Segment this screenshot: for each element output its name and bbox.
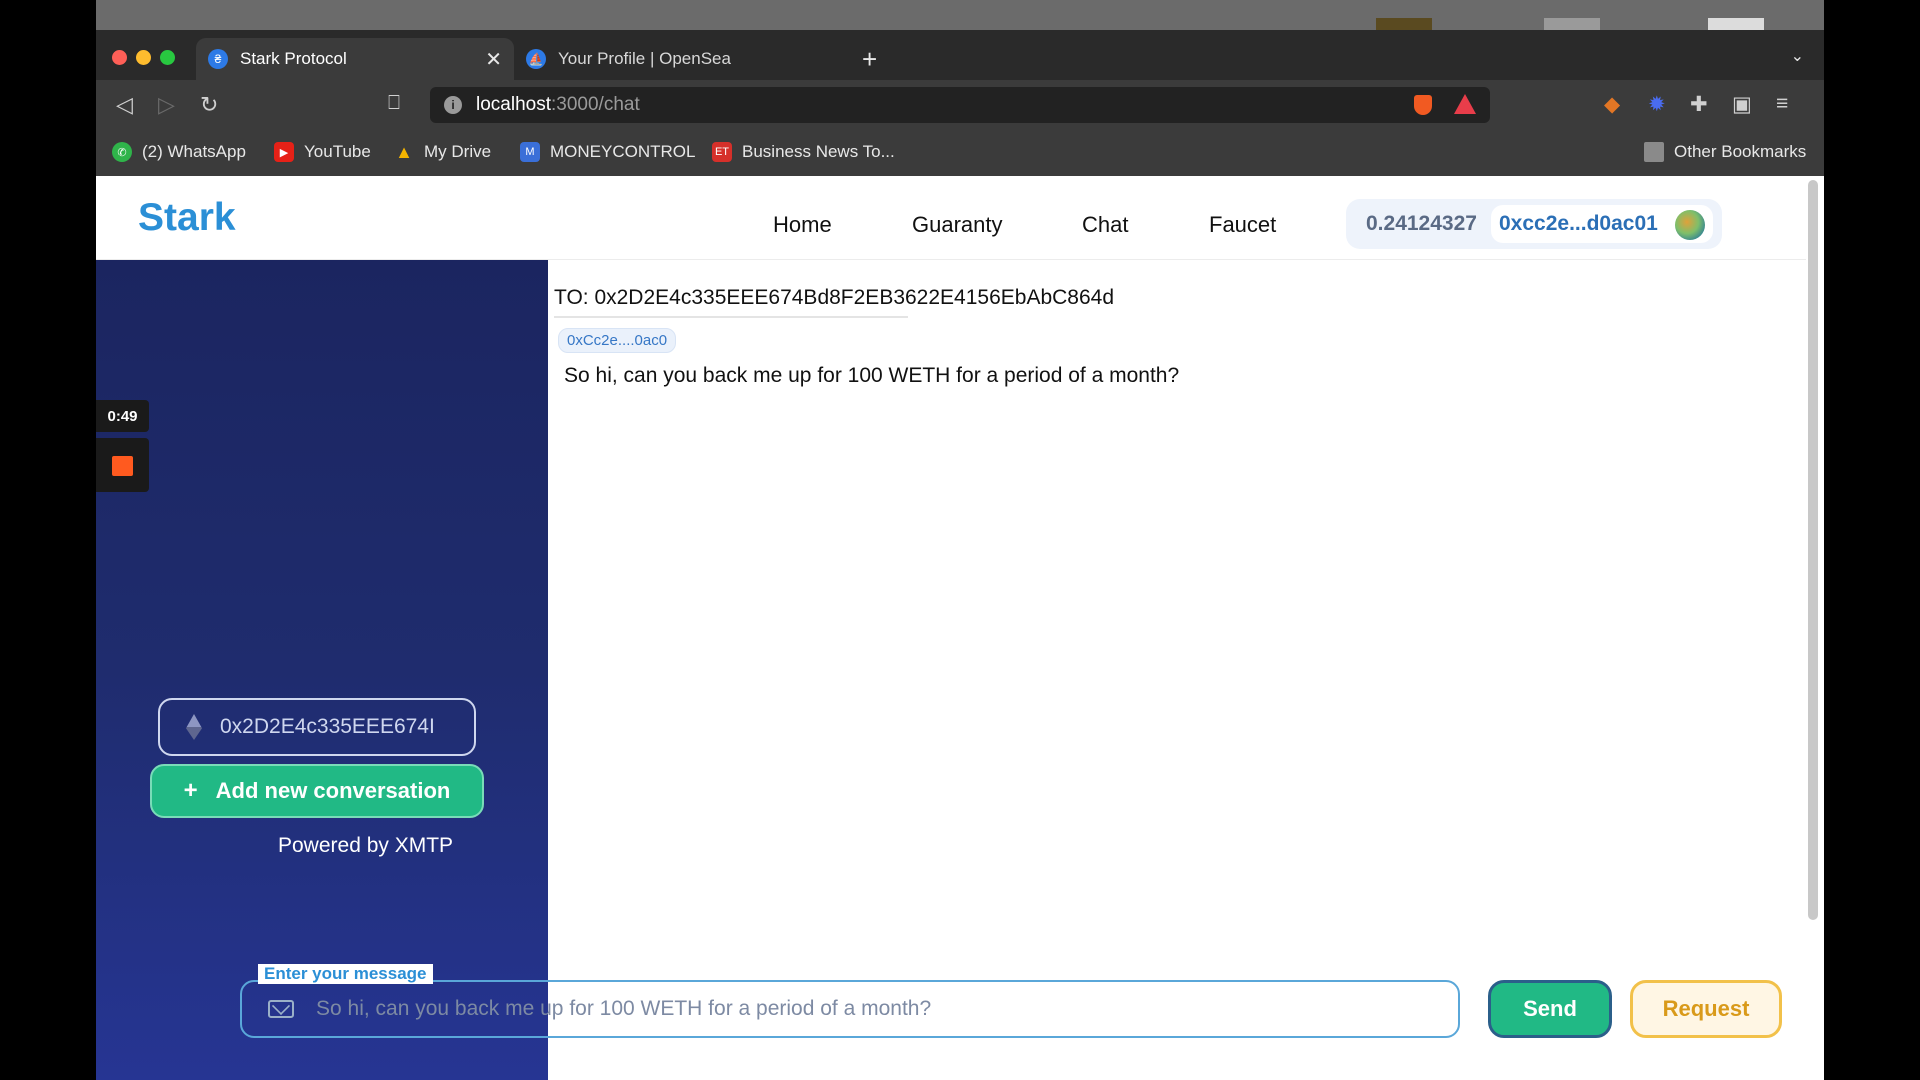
wallet-address-chip[interactable]: 0xcc2e...d0ac01 — [1491, 205, 1713, 243]
close-tab-icon[interactable]: ✕ — [485, 47, 502, 72]
brave-rewards-icon[interactable] — [1454, 94, 1476, 114]
et-icon: ET — [712, 142, 732, 162]
reload-icon[interactable]: ↻ — [200, 92, 218, 118]
recipient-address-input[interactable] — [220, 715, 450, 739]
maximize-window-button[interactable] — [160, 50, 175, 65]
site-header: Stark Home Guaranty Chat Faucet 0.241243… — [96, 176, 1806, 260]
minimize-window-button[interactable] — [136, 50, 151, 65]
recipient-address-field[interactable] — [158, 698, 476, 756]
bookmark-moneycontrol[interactable]: M MONEYCONTROL — [520, 142, 695, 162]
nav-faucet[interactable]: Faucet — [1209, 212, 1276, 238]
metamask-icon[interactable]: ◆ — [1604, 92, 1620, 117]
youtube-icon: ▶ — [274, 142, 294, 162]
site-logo[interactable]: Stark — [138, 196, 236, 240]
message-text: So hi, can you back me up for 100 WETH f… — [564, 364, 1180, 387]
browser-toolbar: ◁ ▷ ↻ ⎕ i localhost :3000/chat ◆ ✹ ✚ ▣ ≡ — [96, 80, 1824, 130]
wallet-pill[interactable]: 0.24124327 0xcc2e...d0ac01 — [1346, 199, 1722, 249]
bookmark-label: Other Bookmarks — [1674, 142, 1807, 161]
message-input-label: Enter your message — [258, 964, 433, 984]
conversation-sidebar: 0:49 + Add new conversation Powered by X… — [96, 260, 548, 1080]
message-input[interactable] — [316, 997, 1456, 1021]
drive-icon: ▲ — [395, 141, 413, 162]
url-path: :3000/chat — [551, 94, 640, 115]
extension-badge-icon[interactable]: ✹ — [1648, 92, 1666, 117]
folder-icon — [1644, 142, 1664, 162]
bookmark-label: MONEYCONTROL — [550, 142, 696, 161]
message-composer[interactable] — [240, 980, 1460, 1038]
bookmark-business-news[interactable]: ET Business News To... — [712, 142, 895, 162]
bookmark-my-drive[interactable]: ▲ My Drive — [394, 142, 491, 162]
bookmark-youtube[interactable]: ▶ YouTube — [274, 142, 371, 162]
stark-favicon-icon: ₴ — [208, 49, 228, 69]
tab-list-chevron-icon[interactable]: ⌄ — [1791, 46, 1804, 66]
desktop-thumbnail — [1708, 18, 1764, 30]
bookmark-icon[interactable]: ⎕ — [388, 92, 400, 115]
desktop-thumbnail — [1376, 18, 1432, 30]
whatsapp-icon: ✆ — [112, 142, 132, 162]
other-bookmarks[interactable]: Other Bookmarks — [1644, 142, 1806, 162]
tab-opensea[interactable]: ⛵ Your Profile | OpenSea — [514, 38, 834, 80]
sender-address-chip[interactable]: 0xCc2e....0ac0 — [558, 328, 677, 353]
send-button[interactable]: Send — [1488, 980, 1612, 1038]
tab-bar: ₴ Stark Protocol ✕ ⛵ Your Profile | Open… — [96, 30, 1824, 80]
wallet-icon[interactable]: ▣ — [1732, 92, 1752, 117]
stop-icon — [112, 456, 133, 476]
chat-panel: TO: 0x2D2E4c335EEE674Bd8F2EB3622E4156EbA… — [548, 260, 1806, 1080]
bookmarks-bar: ✆ (2) WhatsApp ▶ YouTube ▲ My Drive M MO… — [96, 130, 1824, 176]
nav-chat[interactable]: Chat — [1082, 212, 1128, 238]
moneycontrol-icon: M — [520, 142, 540, 162]
stop-recording-button[interactable] — [96, 438, 149, 492]
browser-menu-icon[interactable]: ≡ — [1776, 92, 1788, 116]
tab-title: Stark Protocol — [240, 49, 347, 68]
request-button[interactable]: Request — [1630, 980, 1782, 1038]
close-window-button[interactable] — [112, 50, 127, 65]
bookmark-label: My Drive — [424, 142, 492, 161]
opensea-favicon-icon: ⛵ — [526, 49, 546, 69]
desktop-strip — [96, 0, 1824, 30]
back-icon[interactable]: ◁ — [116, 92, 133, 118]
recording-timer: 0:49 — [96, 400, 149, 432]
bookmark-label: YouTube — [304, 142, 371, 161]
mail-icon — [268, 1000, 294, 1018]
wallet-address: 0xcc2e...d0ac01 — [1499, 212, 1658, 235]
divider — [554, 316, 908, 318]
brave-shields-icon[interactable] — [1414, 95, 1432, 115]
extensions-puzzle-icon[interactable]: ✚ — [1690, 92, 1708, 117]
ethereum-icon — [186, 714, 202, 740]
tab-stark-protocol[interactable]: ₴ Stark Protocol ✕ — [196, 38, 514, 80]
url-host: localhost — [476, 94, 551, 115]
bookmark-label: Business News To... — [742, 142, 895, 161]
wallet-balance: 0.24124327 — [1366, 212, 1477, 235]
nav-guaranty[interactable]: Guaranty — [912, 212, 1003, 238]
add-conversation-button[interactable]: + Add new conversation — [150, 764, 484, 818]
address-bar[interactable]: i localhost :3000/chat — [430, 87, 1490, 123]
site-info-icon[interactable]: i — [444, 96, 462, 114]
tab-title: Your Profile | OpenSea — [558, 49, 731, 68]
wallet-avatar — [1675, 210, 1705, 240]
bookmark-whatsapp[interactable]: ✆ (2) WhatsApp — [112, 142, 246, 162]
recipient-header: TO: 0x2D2E4c335EEE674Bd8F2EB3622E4156EbA… — [554, 286, 1115, 309]
forward-icon[interactable]: ▷ — [158, 92, 175, 118]
bookmark-label: (2) WhatsApp — [142, 142, 246, 161]
add-conversation-label: Add new conversation — [215, 778, 451, 803]
browser-window: ₴ Stark Protocol ✕ ⛵ Your Profile | Open… — [96, 30, 1824, 1080]
desktop-thumbnail — [1544, 18, 1600, 30]
page-scrollbar[interactable] — [1808, 180, 1818, 920]
web-page: Stark Home Guaranty Chat Faucet 0.241243… — [96, 176, 1824, 1080]
powered-by-text: Powered by XMTP — [278, 834, 454, 857]
plus-icon: + — [183, 777, 198, 804]
new-tab-icon[interactable]: + — [862, 44, 877, 75]
nav-home[interactable]: Home — [773, 212, 832, 238]
